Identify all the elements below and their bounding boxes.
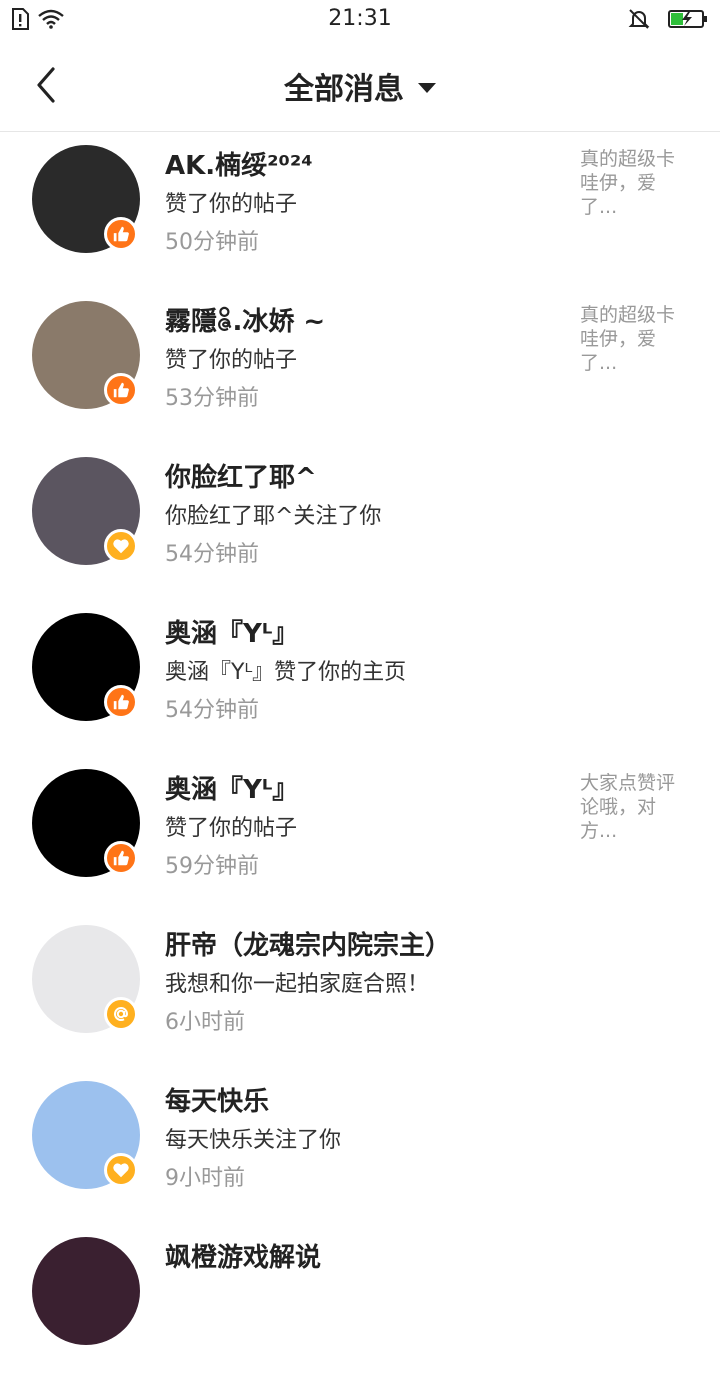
message-time: 54分钟前 [165, 698, 259, 723]
heart-icon [113, 539, 129, 554]
preview-line: 大家点赞评 [580, 772, 676, 794]
badge [104, 1153, 138, 1187]
list-item[interactable]: 每天快乐 每天快乐关注了你 9小时前 [0, 1069, 720, 1225]
user-name[interactable]: 霧隱ဇိ.冰娇 ~ [165, 301, 325, 343]
bell-muted-icon [628, 9, 650, 29]
message-time: 6小时前 [165, 1010, 245, 1035]
list-item[interactable]: 你脸红了耶^ 你脸红了耶^关注了你 54分钟前 [0, 445, 720, 601]
avatar[interactable] [32, 1237, 140, 1345]
user-name[interactable]: 你脸红了耶^ [165, 457, 317, 494]
list-item[interactable]: 奥涵『Yᴸ』 奥涵『Yᴸ』赞了你的主页 54分钟前 [0, 601, 720, 757]
list-item[interactable]: 肝帝（龙魂宗内院宗主） 我想和你一起拍家庭合照！ 6小时前 [0, 913, 720, 1069]
message-time: 9小时前 [165, 1166, 245, 1191]
preview-line: 了... [580, 196, 618, 218]
preview-line: 了... [580, 352, 618, 374]
message-time: 54分钟前 [165, 542, 259, 567]
message-time: 59分钟前 [165, 854, 259, 879]
message-action: 赞了你的帖子 [165, 816, 298, 841]
user-name[interactable]: 奥涵『Yᴸ』 [165, 769, 298, 806]
message-action: 我想和你一起拍家庭合照！ [165, 972, 430, 997]
message-action: 赞了你的帖子 [165, 348, 298, 373]
user-name[interactable]: 每天快乐 [165, 1081, 269, 1118]
thumbs-up-icon [113, 850, 129, 866]
heart-icon [113, 1163, 129, 1178]
status-time: 21:31 [328, 6, 392, 31]
status-bar: 21:31 [0, 0, 720, 40]
message-action: 奥涵『Yᴸ』赞了你的主页 [165, 660, 407, 685]
post-preview[interactable]: 大家点赞评 论哦，对 方... [580, 771, 690, 843]
badge [104, 685, 138, 719]
message-filter-dropdown[interactable]: 全部消息 [0, 64, 720, 108]
list-item[interactable]: 霧隱ဇိ.冰娇 ~ 赞了你的帖子 53分钟前 真的超级卡 哇伊，爱 了... [0, 289, 720, 445]
at-icon [114, 1007, 129, 1021]
page-title: 全部消息 [284, 72, 404, 107]
post-preview[interactable]: 真的超级卡 哇伊，爱 了... [580, 303, 690, 375]
preview-line: 方... [580, 820, 618, 842]
message-time: 53分钟前 [165, 386, 259, 411]
message-list: AK.楠绥²⁰²⁴ 赞了你的帖子 50分钟前 真的超级卡 哇伊，爱 了... 霧… [0, 133, 720, 1381]
thumbs-up-icon [113, 226, 129, 242]
preview-line: 论哦，对 [580, 796, 657, 818]
preview-line: 真的超级卡 [580, 304, 676, 326]
thumbs-up-icon [113, 694, 129, 710]
list-item[interactable]: AK.楠绥²⁰²⁴ 赞了你的帖子 50分钟前 真的超级卡 哇伊，爱 了... [0, 133, 720, 289]
thumbs-up-icon [113, 382, 129, 398]
post-preview[interactable]: 真的超级卡 哇伊，爱 了... [580, 147, 690, 219]
status-right-icons [628, 8, 708, 30]
message-action: 你脸红了耶^关注了你 [165, 504, 382, 529]
message-action: 赞了你的帖子 [165, 192, 298, 217]
user-name[interactable]: 奥涵『Yᴸ』 [165, 613, 298, 650]
badge [104, 841, 138, 875]
message-action: 每天快乐关注了你 [165, 1128, 342, 1153]
badge [104, 217, 138, 251]
badge [104, 373, 138, 407]
message-time: 50分钟前 [165, 230, 259, 255]
user-name[interactable]: 肝帝（龙魂宗内院宗主） [165, 925, 451, 962]
user-name[interactable]: 飒橙游戏解说 [165, 1237, 321, 1274]
user-name[interactable]: AK.楠绥²⁰²⁴ [165, 145, 313, 182]
badge [104, 997, 138, 1031]
badge [104, 529, 138, 563]
preview-line: 哇伊，爱 [580, 172, 657, 194]
preview-line: 真的超级卡 [580, 148, 676, 170]
list-item[interactable]: 奥涵『Yᴸ』 赞了你的帖子 59分钟前 大家点赞评 论哦，对 方... [0, 757, 720, 913]
battery-charging-icon [668, 10, 707, 28]
preview-line: 哇伊，爱 [580, 328, 657, 350]
header: 全部消息 [0, 40, 720, 132]
caret-down-icon [418, 83, 436, 93]
list-item[interactable]: 飒橙游戏解说 [0, 1225, 720, 1381]
